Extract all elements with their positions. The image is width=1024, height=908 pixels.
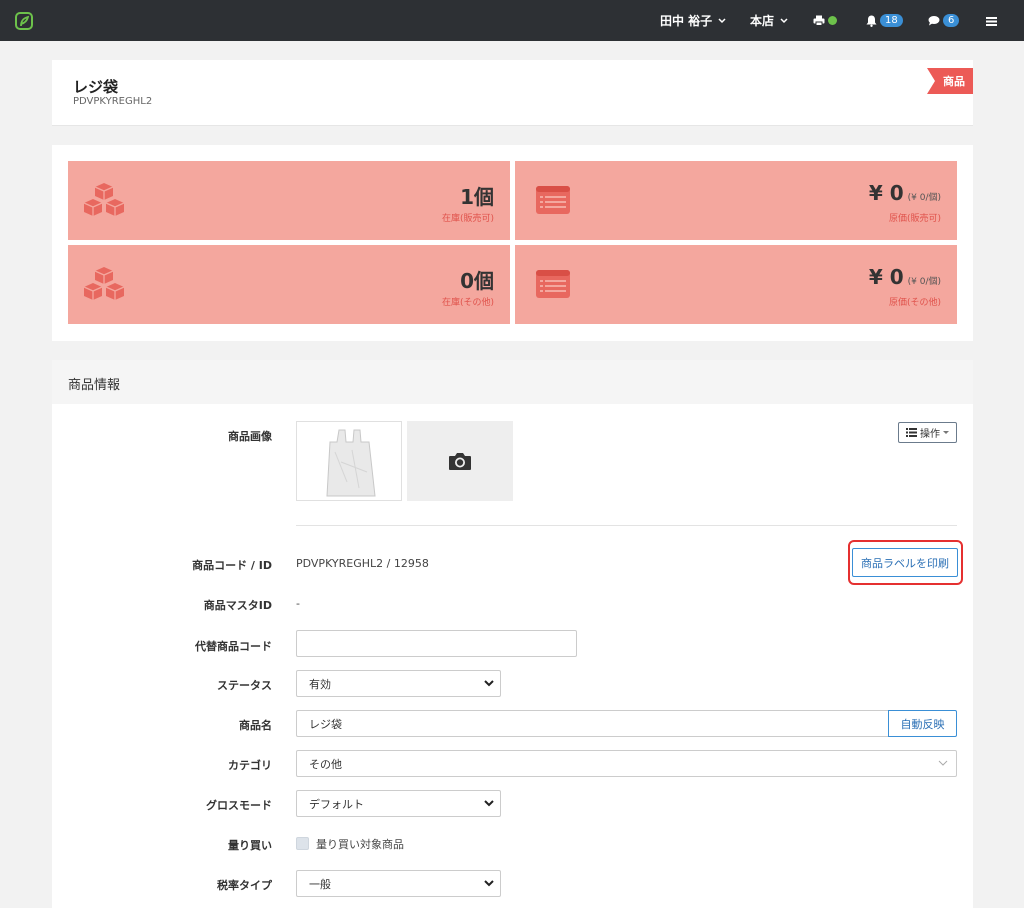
category-select[interactable]: その他: [296, 750, 957, 777]
product-image-thumbnail[interactable]: [296, 421, 402, 501]
product-info-panel: 商品情報 商品画像 操作 商品コード / ID PDVPKYREGHL2 / 1…: [52, 360, 973, 908]
leaf-logo-icon[interactable]: [14, 11, 34, 31]
status-select[interactable]: 有効: [296, 670, 501, 697]
printer-icon: [813, 15, 825, 26]
notifications-badge: 18: [880, 14, 903, 27]
stat-unit-cost: (¥ 0/個): [907, 193, 941, 203]
store-menu[interactable]: 本店: [750, 0, 788, 41]
bell-icon: [866, 15, 877, 27]
add-image-button[interactable]: [407, 421, 513, 501]
operations-dropdown-button[interactable]: 操作: [898, 422, 957, 443]
cubes-icon: [83, 183, 125, 216]
name-input[interactable]: レジ袋: [296, 710, 889, 737]
alt-code-input[interactable]: [296, 630, 577, 657]
code-value: PDVPKYREGHL2 / 12958: [296, 557, 429, 570]
product-code: PDVPKYREGHL2: [73, 96, 153, 107]
gross-mode-label: グロスモード: [206, 799, 272, 812]
stat-cost-sellable: ¥ 0 (¥ 0/個) 原価(販売可): [515, 161, 957, 240]
code-label: 商品コード / ID: [192, 559, 272, 572]
status-value: 有効: [309, 677, 331, 691]
tax-type-select[interactable]: 一般: [296, 870, 501, 897]
hamburger-menu[interactable]: [986, 0, 997, 41]
store-name: 本店: [750, 14, 775, 28]
messages[interactable]: 6: [928, 0, 960, 41]
stat-label: 在庫(販売可): [441, 214, 494, 224]
buyback-checkbox[interactable]: [296, 837, 309, 850]
stat-value-group: ¥ 0 (¥ 0/個): [869, 181, 941, 205]
plastic-bag-image: [326, 429, 376, 497]
caret-down-icon: [943, 430, 949, 434]
section-header: 商品情報: [52, 360, 973, 404]
buyback-label: 量り買い: [228, 839, 272, 852]
chevron-down-icon: [484, 880, 494, 887]
section-title: 商品情報: [68, 378, 121, 393]
printer-online-dot: [828, 16, 837, 25]
page-title: レジ袋: [73, 78, 119, 96]
stat-label: 原価(その他): [888, 298, 941, 308]
alt-code-label: 代替商品コード: [195, 640, 272, 653]
stat-stock-other: 0個 在庫(その他): [68, 245, 510, 324]
stat-value: ¥ 0: [868, 265, 904, 289]
stats-panel: 1個 在庫(販売可) ¥ 0 (¥ 0/個) 原価(販売可) 0個 在庫(その他…: [52, 145, 973, 341]
chat-icon: [928, 16, 940, 26]
auto-fill-button[interactable]: 自動反映: [888, 710, 957, 737]
name-label: 商品名: [239, 719, 272, 732]
list-card-icon: [536, 186, 570, 214]
product-header: レジ袋 PDVPKYREGHL2 商品: [52, 60, 973, 126]
user-name: 田中 裕子: [660, 14, 713, 28]
camera-icon: [449, 453, 471, 470]
status-label: ステータス: [217, 679, 272, 692]
image-label: 商品画像: [228, 430, 272, 443]
chevron-down-icon: [484, 800, 494, 807]
cubes-icon: [83, 267, 125, 300]
stat-value: ¥ 0: [868, 181, 904, 205]
stat-cost-other: ¥ 0 (¥ 0/個) 原価(その他): [515, 245, 957, 324]
category-value: その他: [309, 757, 342, 771]
gross-mode-select[interactable]: デフォルト: [296, 790, 501, 817]
stat-value-group: ¥ 0 (¥ 0/個): [869, 265, 941, 289]
master-id-label: 商品マスタID: [203, 599, 272, 612]
stat-value: 1個: [460, 185, 494, 209]
user-menu[interactable]: 田中 裕子: [660, 0, 726, 41]
chevron-down-icon: [484, 680, 494, 687]
chevron-down-icon: [718, 17, 726, 23]
name-value: レジ袋: [309, 717, 342, 731]
operations-label: 操作: [920, 429, 940, 440]
list-card-icon: [536, 270, 570, 298]
messages-badge: 6: [943, 14, 960, 27]
notifications[interactable]: 18: [866, 0, 903, 41]
master-id-value: -: [296, 597, 300, 610]
menu-icon: [986, 16, 997, 26]
tax-type-value: 一般: [309, 877, 331, 891]
printer-status[interactable]: [813, 0, 837, 41]
chevron-down-icon: [780, 17, 788, 23]
divider: [296, 525, 957, 526]
product-ribbon: 商品: [927, 68, 973, 94]
category-label: カテゴリ: [228, 759, 272, 772]
gross-mode-value: デフォルト: [309, 797, 364, 811]
top-navbar: 田中 裕子 本店 18 6: [0, 0, 1024, 41]
print-label-button[interactable]: 商品ラベルを印刷: [852, 548, 958, 577]
stat-stock-sellable: 1個 在庫(販売可): [68, 161, 510, 240]
stat-label: 原価(販売可): [888, 214, 941, 224]
stat-value: 0個: [460, 269, 494, 293]
stat-unit-cost: (¥ 0/個): [907, 277, 941, 287]
buyback-checkbox-label: 量り買い対象商品: [316, 838, 404, 851]
chevron-down-icon: [938, 760, 948, 766]
list-icon: [906, 428, 917, 437]
tax-type-label: 税率タイプ: [217, 879, 272, 892]
stat-label: 在庫(その他): [441, 298, 494, 308]
